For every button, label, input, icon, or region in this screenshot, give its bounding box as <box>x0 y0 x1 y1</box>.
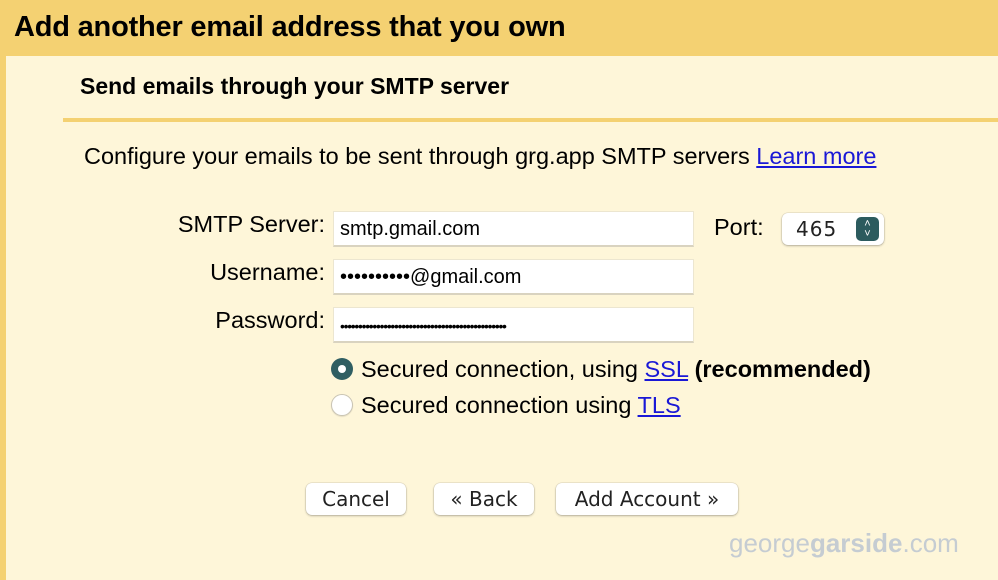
smtp-server-label: SMTP Server: <box>177 211 325 237</box>
username-label: Username: <box>210 259 325 285</box>
username-input[interactable]: ••••••••••@gmail.com <box>333 259 694 295</box>
section-title: Send emails through your SMTP server <box>80 73 510 99</box>
dialog-header: Add another email address that you own <box>0 0 998 56</box>
recommended-label: (recommended) <box>694 356 871 382</box>
password-label: Password: <box>215 307 325 333</box>
port-label: Port: <box>714 214 764 240</box>
ssl-link[interactable]: SSL <box>645 356 689 382</box>
updown-chevron-icon[interactable]: ˄ ˅ <box>856 217 879 241</box>
tls-label: Secured connection using <box>361 392 632 418</box>
add-account-button[interactable]: Add Account » <box>556 483 738 515</box>
smtp-server-input[interactable]: smtp.gmail.com <box>333 211 694 247</box>
password-input[interactable]: ••••••••••••••••••••••••••••••••••••••••… <box>333 307 694 343</box>
watermark-part1: george <box>729 528 810 558</box>
watermark-part2: garside <box>809 528 903 558</box>
tls-link[interactable]: TLS <box>638 392 681 418</box>
section-divider <box>63 118 998 122</box>
watermark: georgegarside.com <box>729 528 959 559</box>
description: Configure your emails to be sent through… <box>84 143 876 170</box>
learn-more-link[interactable]: Learn more <box>756 143 876 169</box>
dialog-frame-border <box>0 0 6 580</box>
ssl-radio[interactable] <box>331 358 353 380</box>
tls-radio[interactable] <box>331 394 353 416</box>
port-select[interactable]: 465 ˄ ˅ <box>782 213 884 245</box>
cancel-button[interactable]: Cancel <box>306 483 406 515</box>
ssl-label: Secured connection, using <box>361 356 638 382</box>
back-button[interactable]: « Back <box>434 483 534 515</box>
port-value: 465 <box>796 217 838 241</box>
ssl-option[interactable]: Secured connection, using SSL (recommend… <box>331 356 871 383</box>
dialog-title: Add another email address that you own <box>14 11 566 43</box>
tls-option[interactable]: Secured connection using TLS <box>331 392 681 419</box>
watermark-part3: .com <box>902 528 959 558</box>
description-text: Configure your emails to be sent through… <box>84 143 750 169</box>
